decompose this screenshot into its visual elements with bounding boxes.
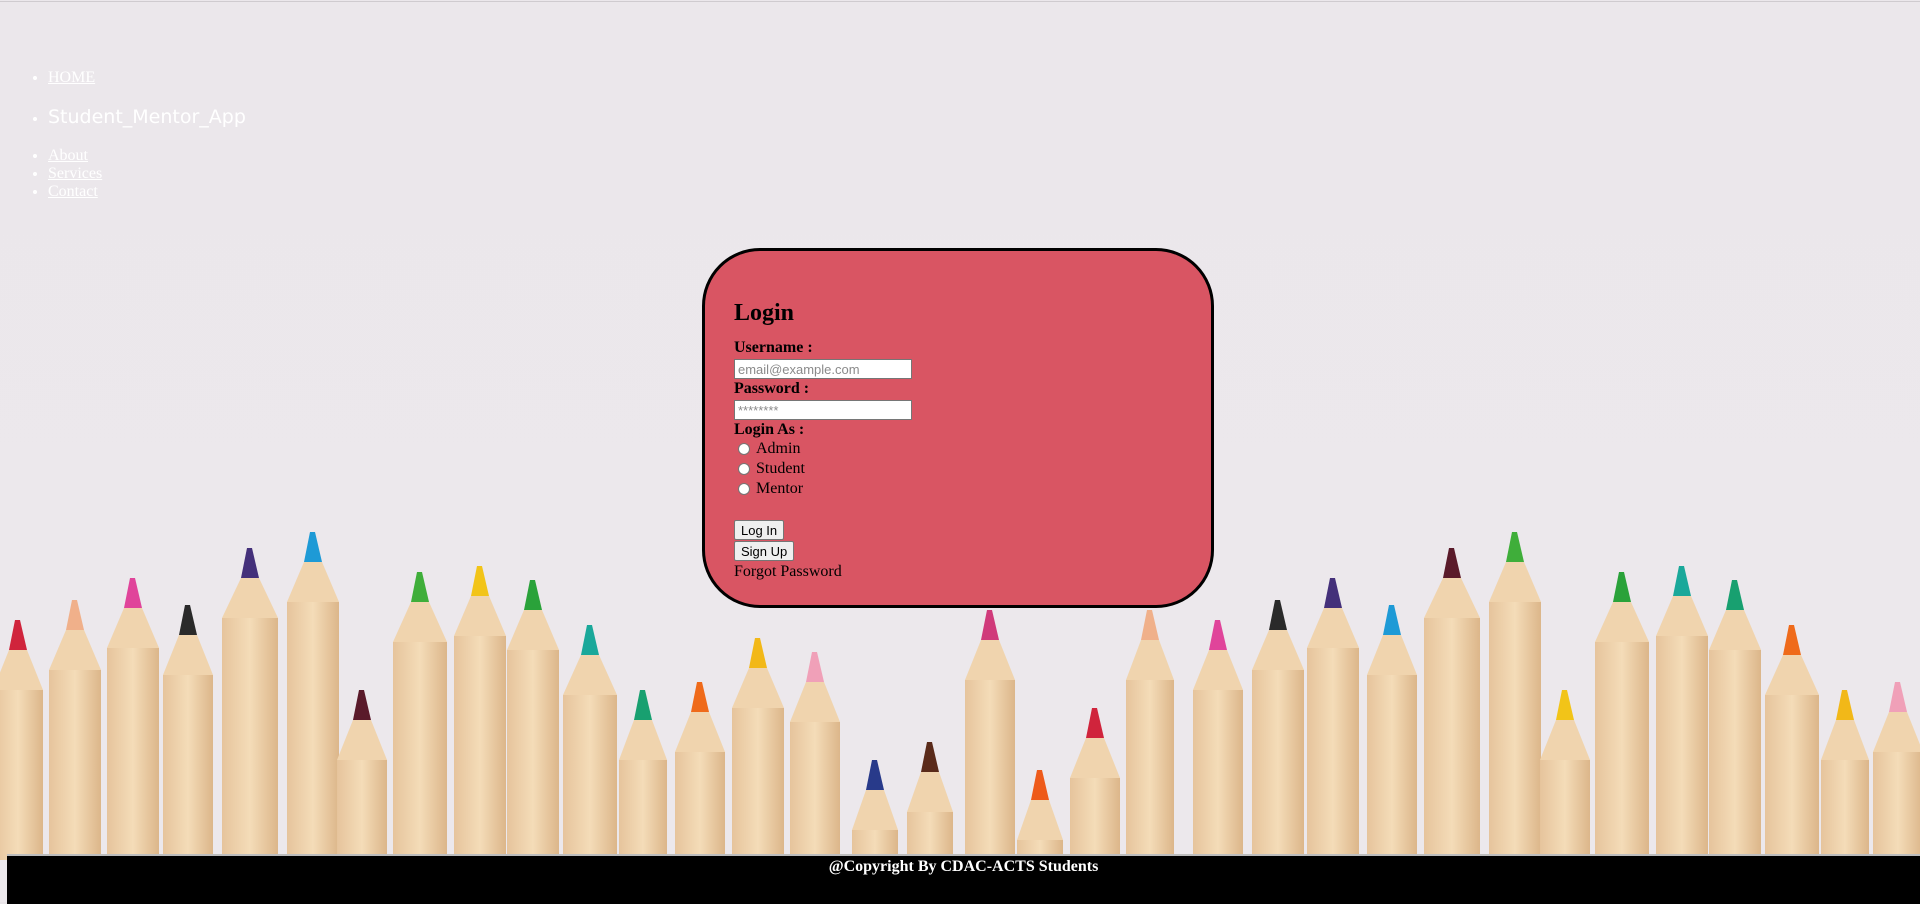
pencil-body	[222, 618, 278, 860]
username-input[interactable]	[734, 359, 912, 379]
footer: @Copyright By CDAC-ACTS Students	[7, 854, 1920, 904]
pencil-body	[907, 812, 953, 860]
nav-link-home[interactable]: HOME	[48, 69, 95, 86]
pencil-body	[1070, 778, 1120, 860]
login-button[interactable]: Log In	[734, 520, 785, 540]
login-as-label: Login As :	[734, 421, 805, 438]
pencil-body	[1656, 636, 1708, 860]
pencil-body	[163, 675, 213, 860]
brand-title: Student_Mentor_App	[48, 106, 246, 128]
password-input[interactable]	[734, 400, 912, 420]
admin-radio[interactable]	[738, 443, 750, 455]
password-label: Password :	[734, 380, 810, 397]
admin-radio-label: Admin	[756, 440, 801, 457]
pencil-body	[337, 760, 387, 860]
signup-button[interactable]: Sign Up	[734, 541, 795, 561]
student-radio[interactable]	[738, 463, 750, 475]
pencil-body	[1126, 680, 1174, 860]
pencil-body	[507, 650, 559, 860]
pencil-body	[107, 648, 159, 860]
pencil-body	[619, 760, 667, 860]
pencil-body	[1307, 648, 1359, 860]
pencil-body	[1489, 602, 1541, 860]
pencil-body	[1367, 675, 1417, 860]
nav-link-services[interactable]: Services	[48, 165, 102, 182]
role-option-admin[interactable]: Admin	[738, 439, 912, 459]
login-form: Login Username : Password : Login As : A…	[734, 299, 912, 581]
pencil-body	[1193, 690, 1243, 860]
pencil-body	[287, 602, 339, 860]
pencil-body	[1709, 650, 1761, 860]
nav-item-brand: Student_Mentor_App	[48, 106, 246, 128]
nav-item-home: HOME	[48, 69, 95, 87]
username-label: Username :	[734, 339, 813, 356]
nav-item-contact: Contact	[48, 183, 102, 201]
nav-list-brand: Student_Mentor_App	[0, 106, 246, 128]
mentor-radio-label: Mentor	[756, 480, 804, 497]
role-option-mentor[interactable]: Mentor	[738, 479, 912, 499]
pencil-body	[1873, 752, 1920, 860]
pencil-body	[1595, 642, 1649, 860]
pencil-body	[732, 708, 784, 860]
nav-item-about: About	[48, 147, 102, 165]
nav-list-home: HOME	[0, 69, 95, 87]
pencil-body	[790, 722, 840, 860]
pencil-body	[393, 642, 447, 860]
nav-link-about[interactable]: About	[48, 147, 88, 164]
student-radio-label: Student	[756, 460, 805, 477]
pencil-body	[1252, 670, 1304, 860]
login-card: Login Username : Password : Login As : A…	[702, 248, 1214, 608]
pencil-body	[675, 752, 725, 860]
pencil-body	[0, 690, 43, 860]
role-option-student[interactable]: Student	[738, 459, 912, 479]
top-border	[0, 1, 1920, 2]
pencil-body	[1540, 760, 1590, 860]
login-title: Login	[734, 300, 795, 326]
pencil-body	[1765, 695, 1819, 860]
pencil-body	[454, 636, 506, 860]
nav-list-links: About Services Contact	[0, 147, 102, 201]
forgot-password-link[interactable]: Forgot Password	[734, 563, 912, 581]
pencil-body	[49, 670, 101, 860]
footer-copyright: @Copyright By CDAC-ACTS Students	[828, 858, 1099, 875]
nav-link-contact[interactable]: Contact	[48, 183, 98, 200]
pencil-body	[563, 695, 617, 860]
pencil-body	[1821, 760, 1869, 860]
pencil-body	[1424, 618, 1480, 860]
nav-item-services: Services	[48, 165, 102, 183]
mentor-radio[interactable]	[738, 483, 750, 495]
pencil-body	[965, 680, 1015, 860]
